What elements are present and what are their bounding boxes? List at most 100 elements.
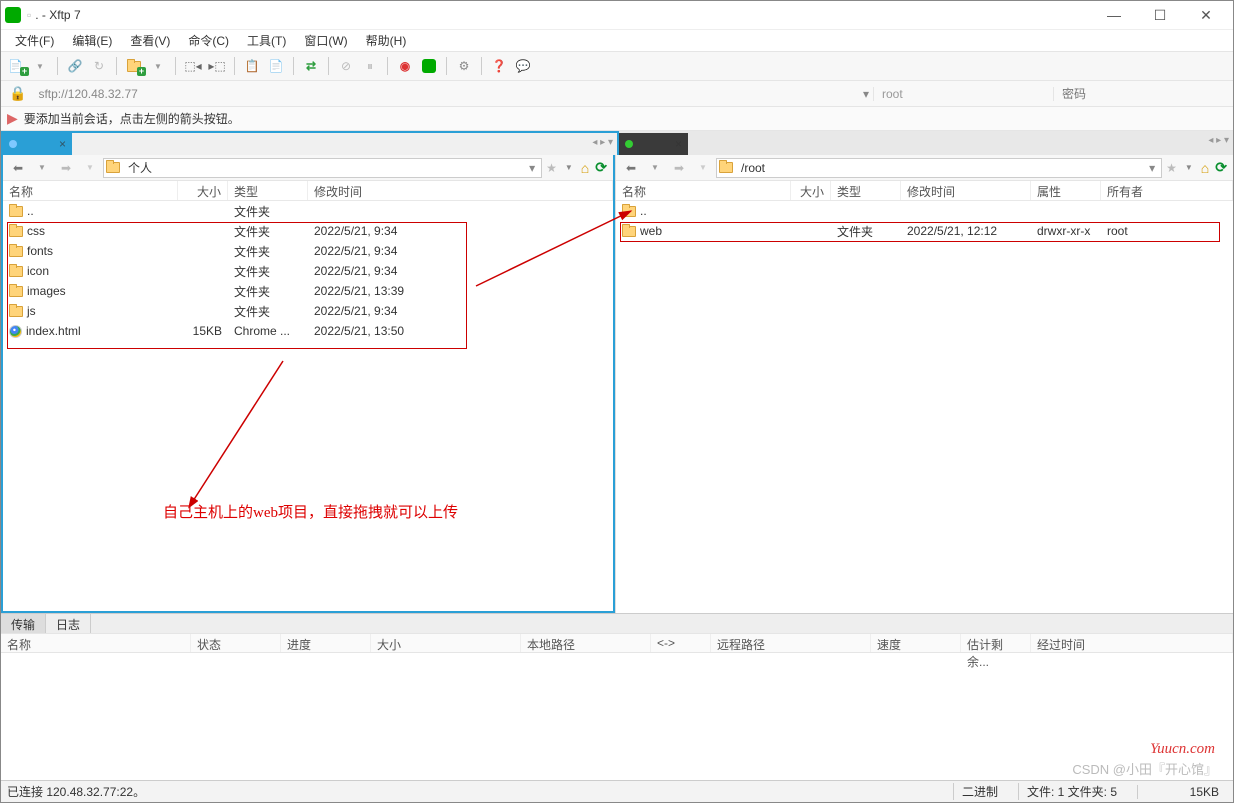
chat-button[interactable]: 💬 [512,55,534,77]
file-row[interactable]: js文件夹2022/5/21, 9:34 [3,301,613,321]
col-size[interactable]: 大小 [178,181,228,200]
menu-file[interactable]: 文件(F) [7,30,62,51]
reconnect-button[interactable]: ↻ [88,55,110,77]
tab-nav[interactable]: ◂ ▸ ▾ [1208,135,1229,146]
forward-button[interactable]: ➡ [55,158,77,178]
back-dd[interactable]: ▼ [644,158,666,178]
file-row[interactable]: ..文件夹 [3,201,613,221]
close-button[interactable]: ✕ [1183,1,1229,29]
col-type[interactable]: 类型 [831,181,901,200]
menu-edit[interactable]: 编辑(E) [64,30,120,51]
copy-button[interactable]: 📋 [241,55,263,77]
cancel-button[interactable]: ⊘ [335,55,357,77]
local-path-box[interactable]: ▾ [103,158,542,178]
help-button[interactable]: ❓ [488,55,510,77]
cell-size: 15KB [178,324,228,338]
tab-transfer[interactable]: 传输 [1,614,46,633]
new-folder-dd[interactable]: ▼ [147,55,169,77]
xcol-speed[interactable]: 速度 [871,634,961,652]
password-input[interactable] [1062,87,1225,101]
red-icon[interactable]: ◉ [394,55,416,77]
refresh-button[interactable]: ⟳ [1213,159,1229,176]
col-mod[interactable]: 修改时间 [901,181,1031,200]
new-session-dd[interactable]: ▼ [29,55,51,77]
file-row[interactable]: icon文件夹2022/5/21, 9:34 [3,261,613,281]
menu-view[interactable]: 查看(V) [122,30,178,51]
paste-button[interactable]: 📄 [265,55,287,77]
bookmark-button[interactable]: ★ [1164,161,1179,175]
remote-path-input[interactable] [737,161,1145,175]
maximize-button[interactable]: ☐ [1137,1,1183,29]
new-session-button[interactable]: 📄+ [5,55,27,77]
close-icon[interactable]: × [675,137,682,151]
back-button[interactable]: ⬅ [7,158,29,178]
bookmark-dd[interactable]: ▼ [1181,163,1197,172]
transfer-button[interactable]: ⇄ [300,55,322,77]
menu-command[interactable]: 命令(C) [180,30,237,51]
forward-dd[interactable]: ▼ [79,158,101,178]
xcol-size[interactable]: 大小 [371,634,521,652]
green-icon[interactable] [418,55,440,77]
col-name[interactable]: 名称 [616,181,791,200]
home-button[interactable]: ⌂ [579,160,591,176]
col-name[interactable]: 名称 [3,181,178,200]
local-file-list[interactable]: ..文件夹css文件夹2022/5/21, 9:34fonts文件夹2022/5… [3,201,613,611]
col-own[interactable]: 所有者 [1101,181,1233,200]
pause-button[interactable]: ⏸ [359,55,381,77]
refresh-button[interactable]: ⟳ [593,159,609,176]
xcol-eta[interactable]: 估计剩余... [961,634,1031,652]
path-dropdown[interactable]: ▾ [1145,161,1159,175]
settings-button[interactable]: ⚙ [453,55,475,77]
xcol-progress[interactable]: 进度 [281,634,371,652]
file-row[interactable]: images文件夹2022/5/21, 13:39 [3,281,613,301]
menu-help[interactable]: 帮助(H) [358,30,415,51]
menu-tools[interactable]: 工具(T) [239,30,294,51]
forward-dd[interactable]: ▼ [692,158,714,178]
window-title: . - Xftp 7 [35,8,1091,22]
local-pane: ⬅ ▼ ➡ ▼ ▾ ★▼ ⌂ ⟳ 名称 大小 类型 修改时间 ..文件夹css文… [1,155,615,613]
bookmark-button[interactable]: ★ [544,161,559,175]
link-button[interactable]: 🔗 [64,55,86,77]
local-tab[interactable]: × [3,133,72,155]
xcol-status[interactable]: 状态 [191,634,281,652]
remote-path-box[interactable]: ▾ [716,158,1162,178]
remote-file-list[interactable]: ..web文件夹2022/5/21, 12:12drwxr-xr-xroot [616,201,1233,613]
col-type[interactable]: 类型 [228,181,308,200]
tab-nav[interactable]: ◂ ▸ ▾ [592,137,613,148]
sync-left-button[interactable]: ⬚◂ [182,55,204,77]
hint-bar: ▶ 要添加当前会话，点击左侧的箭头按钮。 [1,107,1233,131]
file-row[interactable]: css文件夹2022/5/21, 9:34 [3,221,613,241]
minimize-button[interactable]: — [1091,1,1137,29]
xcol-dir[interactable]: <-> [651,634,711,652]
bookmark-dd[interactable]: ▼ [561,163,577,172]
file-row[interactable]: .. [616,201,1233,221]
folder-icon [9,286,23,297]
xcol-local[interactable]: 本地路径 [521,634,651,652]
xcol-name[interactable]: 名称 [1,634,191,652]
folder-icon [106,162,120,173]
forward-button[interactable]: ➡ [668,158,690,178]
col-attr[interactable]: 属性 [1031,181,1101,200]
path-dropdown[interactable]: ▾ [525,161,539,175]
address-input[interactable] [34,85,859,103]
address-dropdown[interactable]: ▾ [859,87,873,101]
sync-right-button[interactable]: ▸⬚ [206,55,228,77]
back-button[interactable]: ⬅ [620,158,642,178]
col-size[interactable]: 大小 [791,181,831,200]
back-dd[interactable]: ▼ [31,158,53,178]
col-mod[interactable]: 修改时间 [308,181,613,200]
tab-log[interactable]: 日志 [46,614,91,633]
file-row[interactable]: index.html15KBChrome ...2022/5/21, 13:50 [3,321,613,341]
transfer-list[interactable] [1,653,1233,711]
remote-tab[interactable]: × [619,133,688,155]
local-path-input[interactable] [124,161,525,175]
xcol-elapsed[interactable]: 经过时间 [1031,634,1233,652]
xcol-remote[interactable]: 远程路径 [711,634,871,652]
new-folder-button[interactable]: + [123,55,145,77]
file-row[interactable]: web文件夹2022/5/21, 12:12drwxr-xr-xroot [616,221,1233,241]
file-row[interactable]: fonts文件夹2022/5/21, 9:34 [3,241,613,261]
home-button[interactable]: ⌂ [1199,160,1211,176]
close-icon[interactable]: × [59,137,66,151]
menu-window[interactable]: 窗口(W) [296,30,355,51]
username-input[interactable] [882,87,1045,101]
